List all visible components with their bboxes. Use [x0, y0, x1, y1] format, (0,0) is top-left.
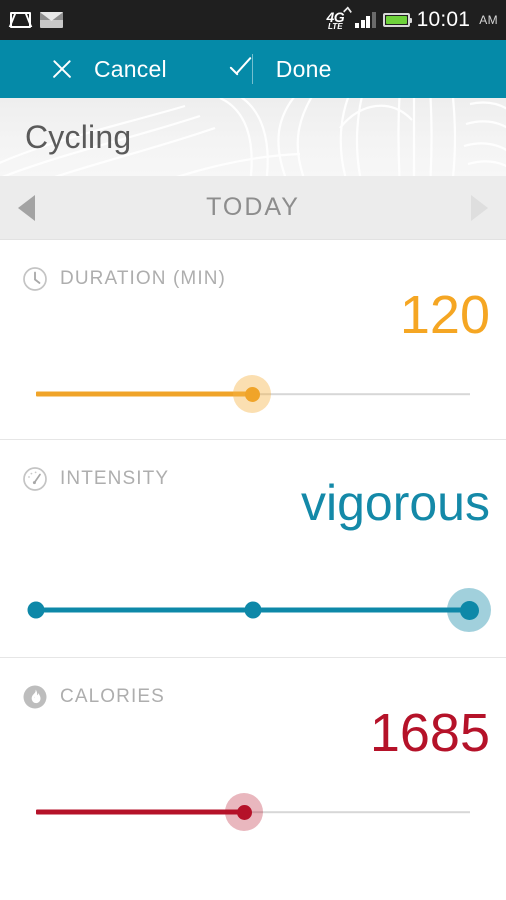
close-x-icon	[50, 57, 74, 81]
triangle-right-icon[interactable]	[471, 194, 488, 221]
calories-slider-fill	[36, 809, 244, 815]
activity-title-band: Cycling	[0, 98, 506, 176]
done-button[interactable]: Done	[167, 40, 332, 98]
intensity-label: INTENSITY	[60, 468, 170, 489]
status-bar-ampm: AM	[479, 13, 498, 27]
date-label: TODAY	[206, 193, 300, 221]
calories-slider-thumb[interactable]	[225, 793, 263, 831]
duration-slider-fill	[36, 391, 252, 397]
metric-section-duration: DURATION (MIN) 120	[0, 240, 506, 440]
duration-slider-thumb[interactable]	[233, 375, 271, 413]
network-sub-label: LTE	[328, 21, 343, 31]
date-navigator: TODAY	[0, 176, 506, 240]
metric-section-calories: CALORIES 1685	[0, 658, 506, 876]
status-bar-time: 10:01	[416, 8, 471, 31]
clock-icon	[23, 267, 47, 291]
status-bar-system: 4G LTE 10:01 AM	[326, 5, 498, 32]
check-icon	[229, 59, 256, 79]
cancel-button[interactable]: Cancel	[0, 40, 167, 98]
page-title: Cycling	[25, 118, 132, 155]
triangle-left-icon[interactable]	[18, 194, 35, 221]
cancel-button-label: Cancel	[94, 55, 167, 82]
done-button-label: Done	[275, 55, 332, 82]
status-bar-notifications	[10, 12, 63, 28]
metric-section-intensity: INTENSITY vigorous	[0, 440, 506, 658]
calories-value: 1685	[369, 703, 490, 763]
gmail-icon	[10, 12, 31, 28]
duration-slider[interactable]	[0, 364, 506, 424]
intensity-slider[interactable]	[0, 580, 506, 640]
duration-label: DURATION (MIN)	[60, 268, 226, 289]
intensity-step-tick-2[interactable]	[244, 601, 262, 619]
intensity-step-tick-1[interactable]	[27, 601, 45, 619]
gauge-icon	[23, 467, 47, 491]
app-screen: 4G LTE 10:01 AM Cancel Done Cycling TODA…	[0, 0, 506, 900]
action-bar: Cancel Done	[0, 40, 506, 98]
flame-icon	[23, 685, 47, 709]
intensity-slider-thumb[interactable]	[447, 588, 491, 632]
calories-slider[interactable]	[0, 782, 506, 842]
intensity-value: vigorous	[301, 475, 490, 531]
duration-value: 120	[399, 285, 490, 345]
calories-label: CALORIES	[60, 686, 165, 707]
status-bar: 4G LTE 10:01 AM	[0, 0, 506, 40]
mail-icon	[40, 12, 63, 28]
network-4glte-icon: 4G LTE	[326, 5, 353, 31]
battery-icon	[382, 13, 412, 27]
signal-strength-icon	[355, 12, 376, 28]
data-activity-icon	[343, 5, 353, 17]
